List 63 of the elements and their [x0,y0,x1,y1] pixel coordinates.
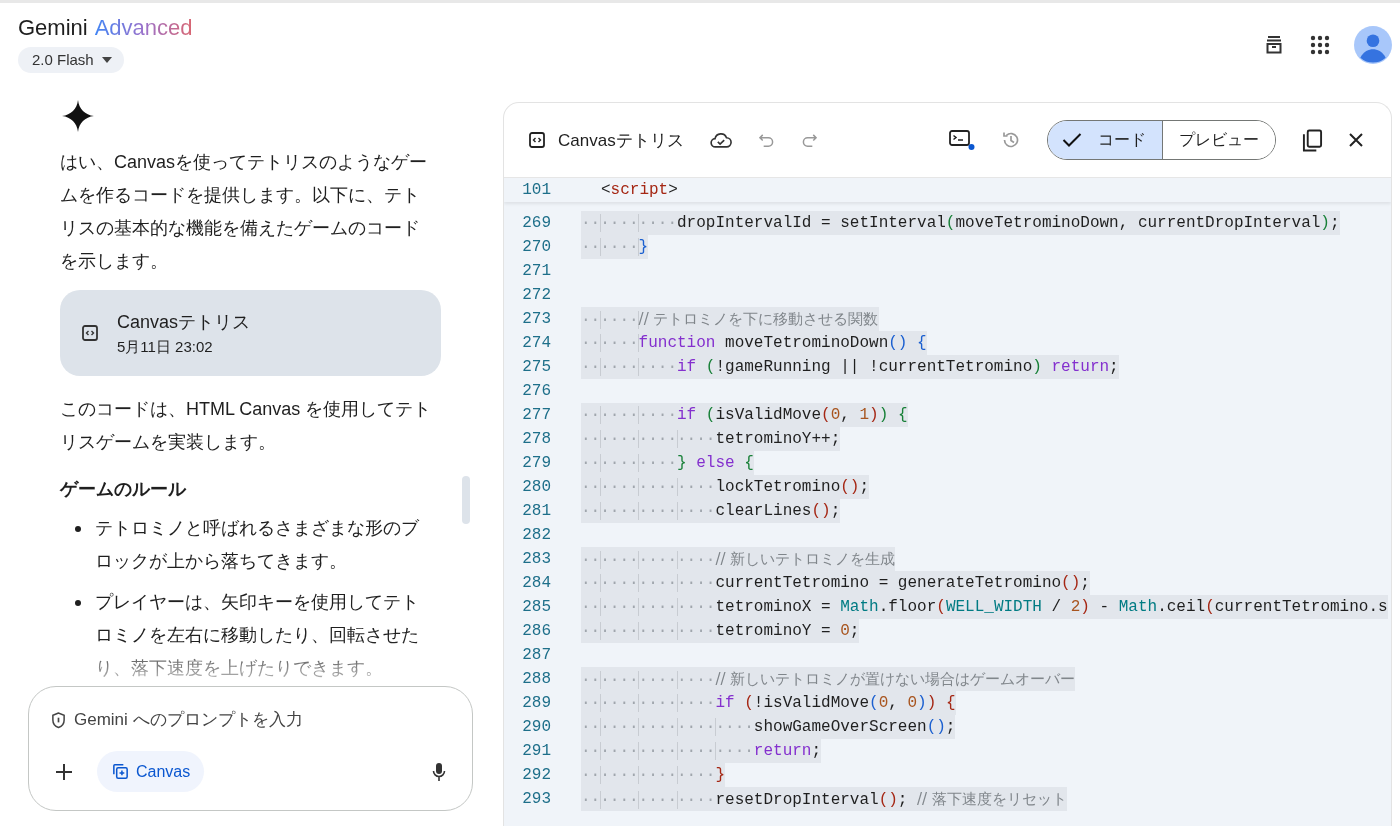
line-number: 275 [521,358,551,376]
history-icon[interactable] [1001,130,1021,150]
canvas-tool-chip[interactable]: Canvas [97,751,205,792]
copy-icon[interactable] [1302,128,1323,152]
line-number: 277 [521,406,551,424]
plus-icon[interactable] [55,762,73,781]
line-number: 292 [521,766,551,784]
canvas-card[interactable]: Canvasテトリス 5月11日 23:02 [60,290,441,376]
prompt-box[interactable]: Gemini へのプロンプトを入力 Canvas [28,686,473,811]
line-number: 282 [521,526,551,544]
line-number: 280 [521,478,551,496]
line-number: 289 [521,694,551,712]
line-number: 101 [521,181,551,199]
line-number: 291 [521,742,551,760]
line-number: 293 [521,790,551,808]
close-icon[interactable] [1349,133,1363,147]
line-number: 269 [521,214,551,232]
line-number: 276 [521,382,551,400]
terminal-icon[interactable] [949,129,975,151]
code-line: <script> [600,180,678,201]
list-item-text: テトロミノと呼ばれるさまざまな形のブロックが上から落ちてきます。 [95,517,420,573]
bullet-dot [75,600,81,606]
card-date: 5月11日 23:02 [117,337,214,357]
line-number: 273 [521,310,551,328]
line-number: 281 [521,502,551,520]
code-icon [81,324,99,342]
line-number: 286 [521,622,551,640]
line-number: 274 [521,334,551,352]
line-number: 278 [521,430,551,448]
cloud-check-icon[interactable] [709,131,732,149]
line-number: 288 [521,670,551,688]
undo-icon[interactable] [757,132,775,148]
model-selector[interactable]: 2.0 Flash [18,47,124,73]
avatar-icon[interactable] [1354,26,1392,64]
code-icon [528,131,546,149]
canvas-icon [111,762,130,781]
scrollbar-thumb[interactable] [462,476,470,524]
view-tab[interactable]: プレビュー [1162,121,1275,159]
line-number: 272 [521,286,551,304]
check-icon [1062,132,1082,148]
response-paragraph: はい、Canvasを使ってテトリスのようなゲームを作るコードを提供します。以下に、テトリスの基本的な機能を備えたゲームのコードを示します。 [60,151,429,273]
microphone-icon[interactable] [432,761,446,782]
view-tab[interactable]: コード [1048,121,1162,159]
line-number: 283 [521,550,551,568]
redo-icon[interactable] [800,132,818,148]
list-item-text: プレイヤーは、矢印キーを使用してテトロミノを左右に移動したり、回転させたり、落下速度を上げたりできます。 [95,591,420,680]
line-number: 279 [521,454,551,472]
caret-icon [101,56,112,63]
response-paragraph: このコードは、HTML Canvas を使用してテトリスゲームを実装します。 [60,398,432,454]
app-name: Gemini [18,15,88,41]
canvas-title: Canvasテトリス [558,129,684,152]
line-number: 270 [521,238,551,256]
line-number: 271 [521,262,551,280]
line-number: 285 [521,598,551,616]
card-title: Canvasテトリス [117,310,251,334]
section-heading: ゲームのルール [60,478,186,501]
line-number: 290 [521,718,551,736]
bullet-dot [75,526,81,532]
line-number: 287 [521,646,551,664]
line-number: 284 [521,574,551,592]
shield-icon [51,711,66,729]
sparkle-icon [62,100,94,132]
apps-grid-icon[interactable] [1308,33,1332,57]
